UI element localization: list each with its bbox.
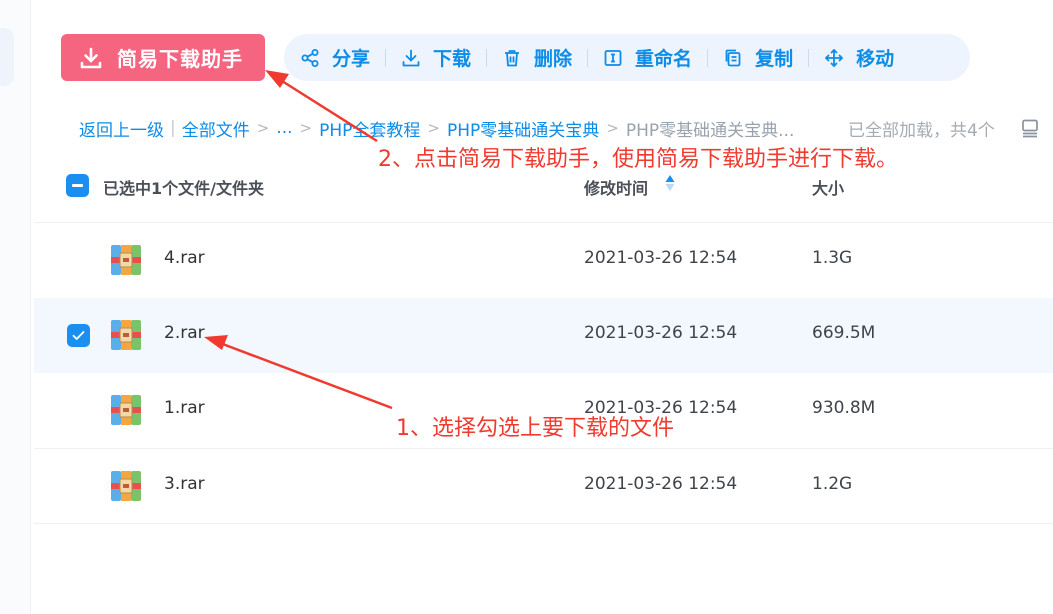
breadcrumb: 返回上一级 | 全部文件 > ... > PHP全套教程 > PHP零基础通关宝… [79,116,795,141]
breadcrumb-current: PHP零基础通关宝典... [625,120,795,141]
selection-count-label: 已选中1个文件/文件夹 [103,179,264,198]
archive-file-icon [111,320,141,350]
file-modified-time: 2021-03-26 12:54 [584,248,738,268]
breadcrumb-back-link[interactable]: 返回上一级 [79,116,164,141]
table-divider [34,523,1053,524]
file-toolbar: 分享 下载 删除 重命名 复制 移动 [284,34,970,81]
table-header: 已选中1个文件/文件夹 修改时间 大小 [66,173,1046,199]
sidebar-active-tab[interactable] [0,28,14,86]
sort-icon[interactable] [665,174,675,192]
breadcrumb-ellipsis-link[interactable]: ... [276,118,292,138]
archive-file-icon [111,471,141,501]
file-size: 669.5M [812,323,876,343]
toolbar-divider [587,48,589,67]
move-button[interactable]: 移动 [824,44,894,71]
file-name[interactable]: 4.rar [164,248,205,268]
toolbar-divider [486,48,488,67]
breadcrumb-level2-link[interactable]: PHP零基础通关宝典 [447,116,599,141]
share-label: 分享 [332,48,371,70]
file-name[interactable]: 2.rar [164,323,205,343]
left-sidebar-strip [0,0,31,614]
copy-icon [725,49,741,66]
rename-icon [604,49,622,66]
easy-download-helper-button[interactable]: 简易下载助手 [61,34,265,81]
file-name[interactable]: 1.rar [164,398,205,418]
annotation-step2: 2、点击简易下载助手，使用简易下载助手进行下载。 [378,147,898,172]
breadcrumb-bar-divider: | [170,118,176,138]
checkmark-icon [72,331,85,340]
file-size: 1.2G [812,474,853,494]
move-label: 移动 [856,48,895,70]
download-label: 下载 [433,48,472,70]
download-icon [80,47,102,68]
download-icon [402,49,420,66]
delete-label: 删除 [534,48,573,70]
easy-download-helper-label: 简易下载助手 [117,47,243,71]
breadcrumb-level1-link[interactable]: PHP全套教程 [319,116,420,141]
breadcrumb-separator-icon: > [299,119,313,137]
select-all-checkbox[interactable] [66,174,89,197]
list-view-icon[interactable] [1020,118,1040,138]
archive-file-icon [111,245,141,275]
download-button[interactable]: 下载 [401,44,471,71]
file-size: 1.3G [812,248,853,268]
copy-label: 复制 [755,48,794,70]
archive-file-icon [111,395,141,425]
file-size: 930.8M [812,398,876,418]
share-icon [301,48,319,67]
toolbar-divider [385,48,387,67]
column-header-size[interactable]: 大小 [812,175,844,199]
annotation-step1: 1、选择勾选上要下载的文件 [396,416,674,441]
breadcrumb-separator-icon: > [606,119,619,137]
file-name[interactable]: 3.rar [164,474,205,494]
load-status-text: 已全部加载，共4个 [848,121,995,141]
table-row[interactable]: 3.rar 2021-03-26 12:54 1.2G [34,449,1053,524]
row-checkbox[interactable] [67,324,90,347]
file-modified-time: 2021-03-26 12:54 [584,474,738,494]
toolbar-divider [808,48,810,67]
trash-icon [505,49,520,66]
column-header-modified[interactable]: 修改时间 [584,175,648,199]
table-row[interactable]: 4.rar 2021-03-26 12:54 1.3G [34,223,1053,298]
rename-label: 重命名 [635,48,693,70]
table-row[interactable]: 2.rar 2021-03-26 12:54 669.5M [34,298,1053,373]
rename-button[interactable]: 重命名 [603,44,692,71]
share-button[interactable]: 分享 [300,44,370,71]
delete-button[interactable]: 删除 [502,44,572,71]
toolbar-divider [707,48,709,67]
breadcrumb-separator-icon: > [427,119,440,137]
file-modified-time: 2021-03-26 12:54 [584,323,738,343]
breadcrumb-root-link[interactable]: 全部文件 [182,116,250,141]
move-icon [825,48,843,67]
breadcrumb-separator-icon: > [256,119,270,137]
copy-button[interactable]: 复制 [723,44,793,71]
